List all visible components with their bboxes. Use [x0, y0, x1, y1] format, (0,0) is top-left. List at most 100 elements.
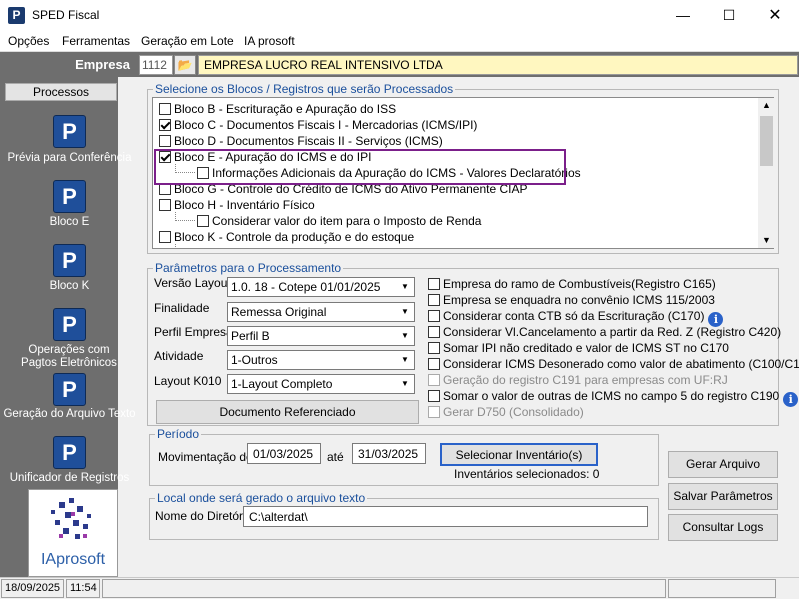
bloco-k-row[interactable]: Bloco K - Controle da produção e do esto…	[159, 230, 414, 246]
minimize-button[interactable]: —	[660, 0, 706, 31]
blocos-group-title: Selecione os Blocos / Registros que serã…	[153, 82, 456, 96]
versao-layout-label: Versão Layout	[154, 276, 231, 290]
sidebar-item-unificador[interactable]: P Unificador de Registros	[0, 436, 139, 486]
prosoft-p-icon: P	[53, 115, 86, 148]
atividade-label: Atividade	[154, 349, 204, 363]
empresa-label: Empresa	[75, 57, 130, 72]
periodo-to-input[interactable]: 31/03/2025	[352, 443, 426, 464]
checkbox[interactable]	[197, 215, 209, 227]
checkbox[interactable]	[428, 278, 440, 290]
checkbox[interactable]	[428, 310, 440, 322]
documento-referenciado-button[interactable]: Documento Referenciado	[156, 400, 419, 424]
processos-header: Processos	[5, 83, 117, 101]
checkbox[interactable]	[428, 294, 440, 306]
status-extra	[668, 579, 776, 598]
dropdown-arrow-icon: ▼	[397, 352, 413, 368]
checkbox[interactable]	[428, 342, 440, 354]
checkbox[interactable]	[428, 390, 440, 402]
sidebar-item-label: Bloco K	[49, 280, 90, 292]
checkbox[interactable]	[428, 358, 440, 370]
sidebar-item-label: Prévia para Conferência	[7, 152, 132, 164]
status-time: 11:54	[66, 579, 100, 598]
periodo-group-title: Período	[155, 427, 202, 441]
finalidade-select[interactable]: Remessa Original ▼	[227, 302, 415, 322]
dropdown-arrow-icon: ▼	[397, 328, 413, 344]
atividade-select[interactable]: 1-Outros ▼	[227, 350, 415, 370]
sidebar-item-bloco-k[interactable]: P Bloco K	[0, 244, 139, 294]
nome-diretorio-label: Nome do Diretório	[155, 509, 253, 523]
dropdown-arrow-icon: ▼	[397, 279, 413, 295]
prosoft-p-icon: P	[53, 436, 86, 469]
iaprosoft-logo: IAprosoft	[28, 489, 118, 577]
sidebar-item-previa[interactable]: P Prévia para Conferência	[0, 115, 139, 167]
ate-label: até	[327, 450, 344, 464]
selecionar-inventario-button[interactable]: Selecionar Inventário(s)	[440, 443, 598, 466]
logo-dots-icon	[51, 498, 91, 539]
considerar-valor-row[interactable]: Considerar valor do item para o Imposto …	[197, 214, 481, 230]
dropdown-arrow-icon: ▼	[397, 304, 413, 320]
checkbox[interactable]	[428, 326, 440, 338]
sidebar-item-operacoes[interactable]: P Operações com Pagtos Eletrônicos	[0, 308, 139, 370]
maximize-button[interactable]: ☐	[706, 0, 752, 31]
dropdown-arrow-icon: ▼	[397, 376, 413, 392]
sidebar-item-label: Geração do Arquivo Texto	[3, 408, 136, 420]
prosoft-p-icon: P	[53, 308, 86, 341]
menu-opcoes[interactable]: Opções	[8, 34, 49, 48]
highlight-box	[154, 149, 566, 185]
folder-open-icon[interactable]: 📂	[174, 55, 196, 75]
perfil-empresa-select[interactable]: Perfil B ▼	[227, 326, 415, 346]
diretorio-input[interactable]: C:\alterdat\	[243, 506, 648, 527]
close-button[interactable]: ✕	[752, 0, 798, 31]
opt-somar-ipi[interactable]: Somar IPI não creditado e valor de ICMS …	[428, 341, 729, 355]
empresa-name-field: EMPRESA LUCRO REAL INTENSIVO LTDA	[198, 55, 798, 75]
local-group-title: Local onde será gerado o arquivo texto	[155, 491, 368, 505]
layout-k010-select[interactable]: 1-Layout Completo ▼	[227, 374, 415, 394]
checkbox[interactable]	[159, 135, 171, 147]
status-date: 18/09/2025	[1, 579, 64, 598]
versao-layout-select[interactable]: 1.0. 18 - Cotepe 01/01/2025 ▼	[227, 277, 415, 297]
empresa-code-field[interactable]: 1112	[139, 55, 173, 75]
layout-k010-label: Layout K010	[154, 374, 222, 388]
checkbox[interactable]	[159, 231, 171, 243]
gerar-arquivo-button[interactable]: Gerar Arquivo	[668, 451, 778, 478]
opt-convenio-115[interactable]: Empresa se enquadra no convênio ICMS 115…	[428, 293, 715, 307]
scroll-thumb[interactable]	[760, 116, 773, 166]
checkbox	[428, 406, 440, 418]
menu-ferramentas[interactable]: Ferramentas	[62, 34, 130, 48]
checkbox[interactable]	[159, 119, 171, 131]
bloco-c-row[interactable]: Bloco C - Documentos Fiscais I - Mercado…	[159, 118, 477, 134]
sidebar-item-label: Bloco E	[49, 216, 90, 228]
sidebar-item-label: Operações com Pagtos Eletrônicos	[21, 344, 117, 369]
checkbox[interactable]	[159, 199, 171, 211]
window-title: SPED Fiscal	[32, 8, 100, 22]
menu-ia-prosoft[interactable]: IA prosoft	[244, 34, 295, 48]
logo-text: IAprosoft	[40, 551, 106, 568]
info-icon[interactable]: i	[783, 392, 799, 407]
opt-c191-rj: Geração do registro C191 para empresas c…	[428, 373, 728, 387]
consultar-logs-button[interactable]: Consultar Logs	[668, 514, 778, 541]
scroll-up-icon[interactable]: ▲	[760, 100, 773, 112]
scroll-down-icon[interactable]: ▼	[760, 235, 773, 247]
periodo-from-input[interactable]: 01/03/2025	[247, 443, 321, 464]
salvar-parametros-button[interactable]: Salvar Parâmetros	[668, 483, 778, 510]
opt-vl-cancelamento[interactable]: Considerar Vl.Cancelamento a partir da R…	[428, 325, 781, 339]
opt-gerar-d750: Gerar D750 (Consolidado)	[428, 405, 584, 419]
inventarios-selecionados: Inventários selecionados: 0	[454, 467, 600, 481]
opt-icms-desonerado[interactable]: Considerar ICMS Desonerado como valor de…	[428, 357, 799, 371]
opt-combustiveis[interactable]: Empresa do ramo de Combustíveis(Registro…	[428, 277, 716, 291]
prosoft-p-icon: P	[53, 244, 86, 277]
perfil-empresa-label: Perfil Empresa	[154, 325, 233, 339]
checkbox[interactable]	[159, 103, 171, 115]
checkbox	[428, 374, 440, 386]
prosoft-p-icon: P	[53, 373, 86, 406]
finalidade-label: Finalidade	[154, 301, 210, 315]
menu-geracao-lote[interactable]: Geração em Lote	[141, 34, 234, 48]
prosoft-p-icon: P	[53, 180, 86, 213]
sidebar-item-geracao-texto[interactable]: P Geração do Arquivo Texto	[0, 373, 139, 423]
sidebar-item-label: Unificador de Registros	[9, 472, 130, 484]
bloco-b-row[interactable]: Bloco B - Escrituração e Apuração do ISS	[159, 102, 396, 118]
movimentacao-label: Movimentação de	[158, 450, 253, 464]
bloco-d-row[interactable]: Bloco D - Documentos Fiscais II - Serviç…	[159, 134, 443, 150]
status-message	[102, 579, 666, 598]
sidebar-item-bloco-e[interactable]: P Bloco E	[0, 180, 139, 230]
